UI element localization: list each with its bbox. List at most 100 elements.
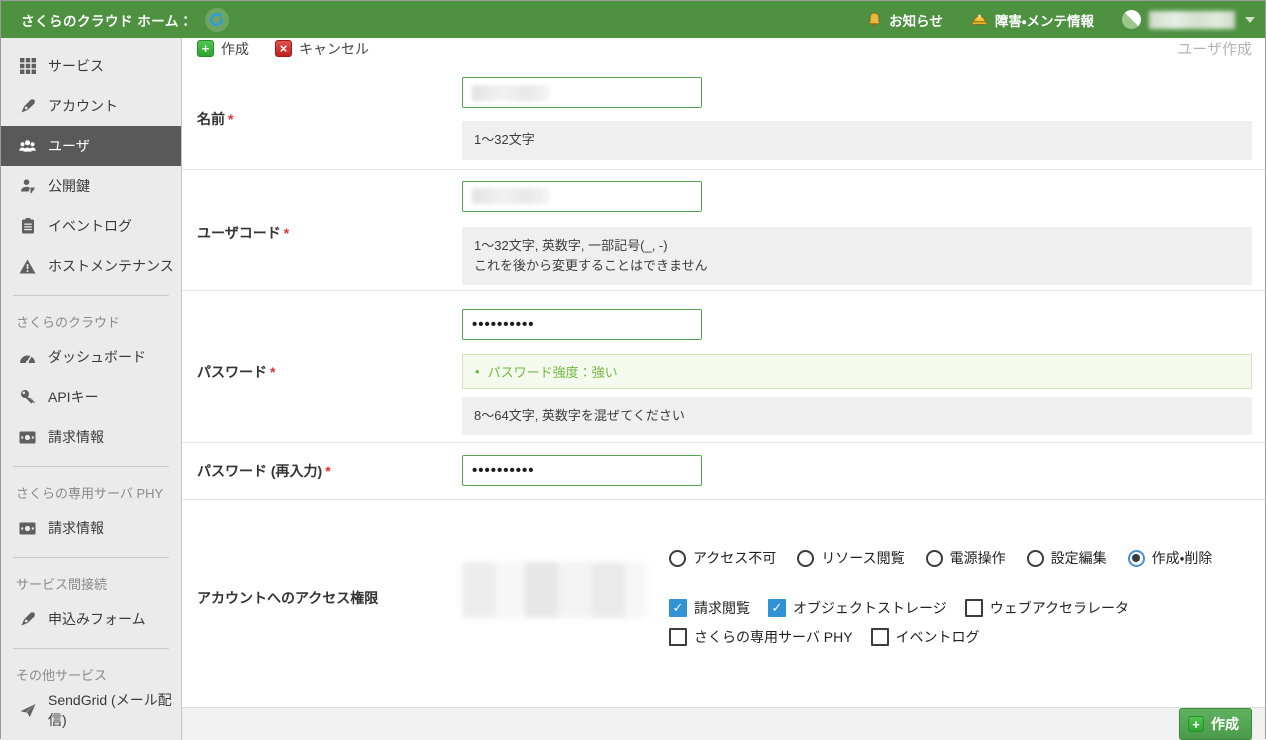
- strength-text: パスワード強度：強い: [488, 362, 618, 381]
- name-hint: 1～32文字: [462, 121, 1252, 159]
- access-rights-field-label: アカウントへのアクセス権限: [197, 548, 462, 647]
- radio-icon[interactable]: [797, 550, 814, 567]
- sidebar-item-api-key[interactable]: APIキー: [1, 377, 181, 417]
- maintenance-label: 障害・メンテ情報: [995, 10, 1094, 30]
- sidebar-item-label: サービス: [48, 56, 104, 76]
- form-row-password-confirm: パスワード (再入力)* ••••••••••: [182, 443, 1265, 500]
- sidebar-item-application-form[interactable]: 申込みフォーム: [1, 599, 181, 639]
- name-input[interactable]: [462, 77, 702, 108]
- password-input[interactable]: ••••••••••: [462, 309, 702, 340]
- key-icon: [19, 389, 36, 406]
- user-create-form: 名前* 1～32文字 ユーザコード*: [182, 59, 1265, 707]
- plus-icon: +: [1188, 716, 1204, 732]
- radio-icon[interactable]: [669, 550, 686, 567]
- person-key-icon: [19, 178, 36, 195]
- maintenance-link[interactable]: 障害・メンテ情報: [971, 10, 1094, 30]
- checkbox-label: 請求閲覧: [694, 598, 750, 618]
- password-field-label: パスワード*: [197, 309, 462, 435]
- name-value-redacted: [472, 85, 550, 101]
- checkbox-label: さくらの専用サーバ PHY: [694, 627, 853, 647]
- checkbox-option-object-storage[interactable]: オブジェクトストレージ: [768, 598, 947, 618]
- form-row-access-rights: アカウントへのアクセス権限 アクセス不可 リソース閲覧: [182, 500, 1265, 707]
- sidebar-item-public-key[interactable]: 公開鍵: [1, 166, 181, 206]
- checkbox-icon[interactable]: [965, 599, 983, 617]
- user-name-redacted: [1149, 11, 1235, 29]
- content-area: + 作成 × キャンセル ユーザ作成 名前* 1～32文字: [182, 38, 1265, 740]
- name-field-label: 名前*: [197, 77, 462, 159]
- sidebar-item-label: イベントログ: [48, 216, 132, 236]
- required-marker: *: [325, 463, 330, 479]
- page-title: ユーザ作成: [1177, 38, 1252, 59]
- sidebar-divider: [13, 557, 169, 558]
- refresh-icon: [209, 12, 224, 27]
- create-button-label: 作成: [221, 39, 249, 59]
- checkbox-icon[interactable]: [669, 599, 687, 617]
- sidebar-section-other: その他サービス: [1, 658, 181, 690]
- radio-label: 作成・削除: [1152, 548, 1213, 568]
- sidebar-item-billing-phy[interactable]: 請求情報: [1, 508, 181, 548]
- user-code-input[interactable]: [462, 181, 702, 212]
- radio-icon[interactable]: [1128, 550, 1145, 567]
- checkbox-label: オブジェクトストレージ: [793, 598, 947, 618]
- sidebar-item-dashboard[interactable]: ダッシュボード: [1, 337, 181, 377]
- checkbox-option-web-accelerator[interactable]: ウェブアクセラレータ: [965, 598, 1129, 618]
- radio-label: 設定編集: [1051, 548, 1107, 568]
- bell-icon: [867, 12, 882, 28]
- sidebar-item-label: SendGrid (メール配信): [48, 690, 181, 730]
- sidebar-item-label: 申込みフォーム: [48, 609, 146, 629]
- sidebar-item-label: 請求情報: [48, 427, 104, 447]
- sidebar-divider: [13, 466, 169, 467]
- sidebar-item-billing-cloud[interactable]: 請求情報: [1, 417, 181, 457]
- app-header: さくらのクラウド ホーム： お知らせ: [1, 1, 1265, 38]
- sidebar-item-label: アカウント: [48, 96, 118, 116]
- form-row-name: 名前* 1～32文字: [182, 59, 1265, 169]
- sidebar-item-label: 請求情報: [48, 518, 104, 538]
- create-button-footer[interactable]: + 作成: [1179, 708, 1252, 740]
- checkbox-icon[interactable]: [768, 599, 786, 617]
- create-button-toolbar[interactable]: + 作成: [197, 39, 249, 59]
- sidebar-item-users[interactable]: ユーザ: [1, 126, 181, 166]
- warning-icon: [19, 258, 36, 275]
- sidebar-item-label: ホストメンテナンス: [48, 256, 174, 276]
- radio-option-edit-settings[interactable]: 設定編集: [1027, 548, 1107, 568]
- required-marker: *: [228, 111, 233, 127]
- password-strength-indicator: • パスワード強度：強い: [462, 354, 1252, 389]
- user-menu[interactable]: [1122, 10, 1255, 29]
- radio-icon[interactable]: [1027, 550, 1044, 567]
- password-confirm-masked-value: ••••••••••: [472, 462, 535, 479]
- sidebar-item-services[interactable]: サービス: [1, 46, 181, 86]
- user-code-field-label: ユーザコード*: [197, 181, 462, 285]
- sidebar-item-account[interactable]: アカウント: [1, 86, 181, 126]
- sidebar-item-label: ダッシュボード: [48, 347, 146, 367]
- refresh-button[interactable]: [205, 8, 229, 32]
- radio-option-create-delete[interactable]: 作成・削除: [1128, 548, 1213, 568]
- sidebar-item-event-log[interactable]: イベントログ: [1, 206, 181, 246]
- form-row-user-code: ユーザコード* 1～32文字, 英数字, 一部記号(_, -) これを後から変更…: [182, 170, 1265, 291]
- sidebar-section-cloud: さくらのクラウド: [1, 305, 181, 337]
- required-marker: *: [270, 364, 275, 380]
- notifications-link[interactable]: お知らせ: [867, 10, 943, 30]
- checkbox-label: イベントログ: [896, 627, 980, 647]
- caret-down-icon: [1245, 17, 1255, 23]
- checkbox-option-billing-view[interactable]: 請求閲覧: [669, 598, 750, 618]
- password-confirm-input[interactable]: ••••••••••: [462, 455, 702, 486]
- radio-option-no-access[interactable]: アクセス不可: [669, 548, 776, 568]
- access-level-radio-group: アクセス不可 リソース閲覧 電源操作: [669, 548, 1212, 568]
- radio-option-view-resources[interactable]: リソース閲覧: [797, 548, 904, 568]
- sidebar-item-sendgrid[interactable]: SendGrid (メール配信): [1, 690, 181, 730]
- avatar: [1122, 10, 1141, 29]
- checkbox-icon[interactable]: [669, 628, 687, 646]
- checkbox-option-event-log[interactable]: イベントログ: [871, 627, 980, 647]
- checkbox-icon[interactable]: [871, 628, 889, 646]
- strength-bullet-icon: •: [475, 364, 480, 379]
- radio-icon[interactable]: [926, 550, 943, 567]
- sidebar-item-host-maintenance[interactable]: ホストメンテナンス: [1, 246, 181, 286]
- gauge-icon: [19, 349, 36, 366]
- permission-checkbox-row-1: 請求閲覧 オブジェクトストレージ ウェブアクセラレータ: [669, 598, 1212, 618]
- cancel-button[interactable]: × キャンセル: [275, 39, 369, 59]
- checkbox-option-phy-server[interactable]: さくらの専用サーバ PHY: [669, 627, 853, 647]
- paper-plane-icon: [19, 702, 36, 719]
- pen-icon: [19, 98, 36, 115]
- form-footer: + 作成: [182, 707, 1265, 740]
- radio-option-power-ops[interactable]: 電源操作: [926, 548, 1006, 568]
